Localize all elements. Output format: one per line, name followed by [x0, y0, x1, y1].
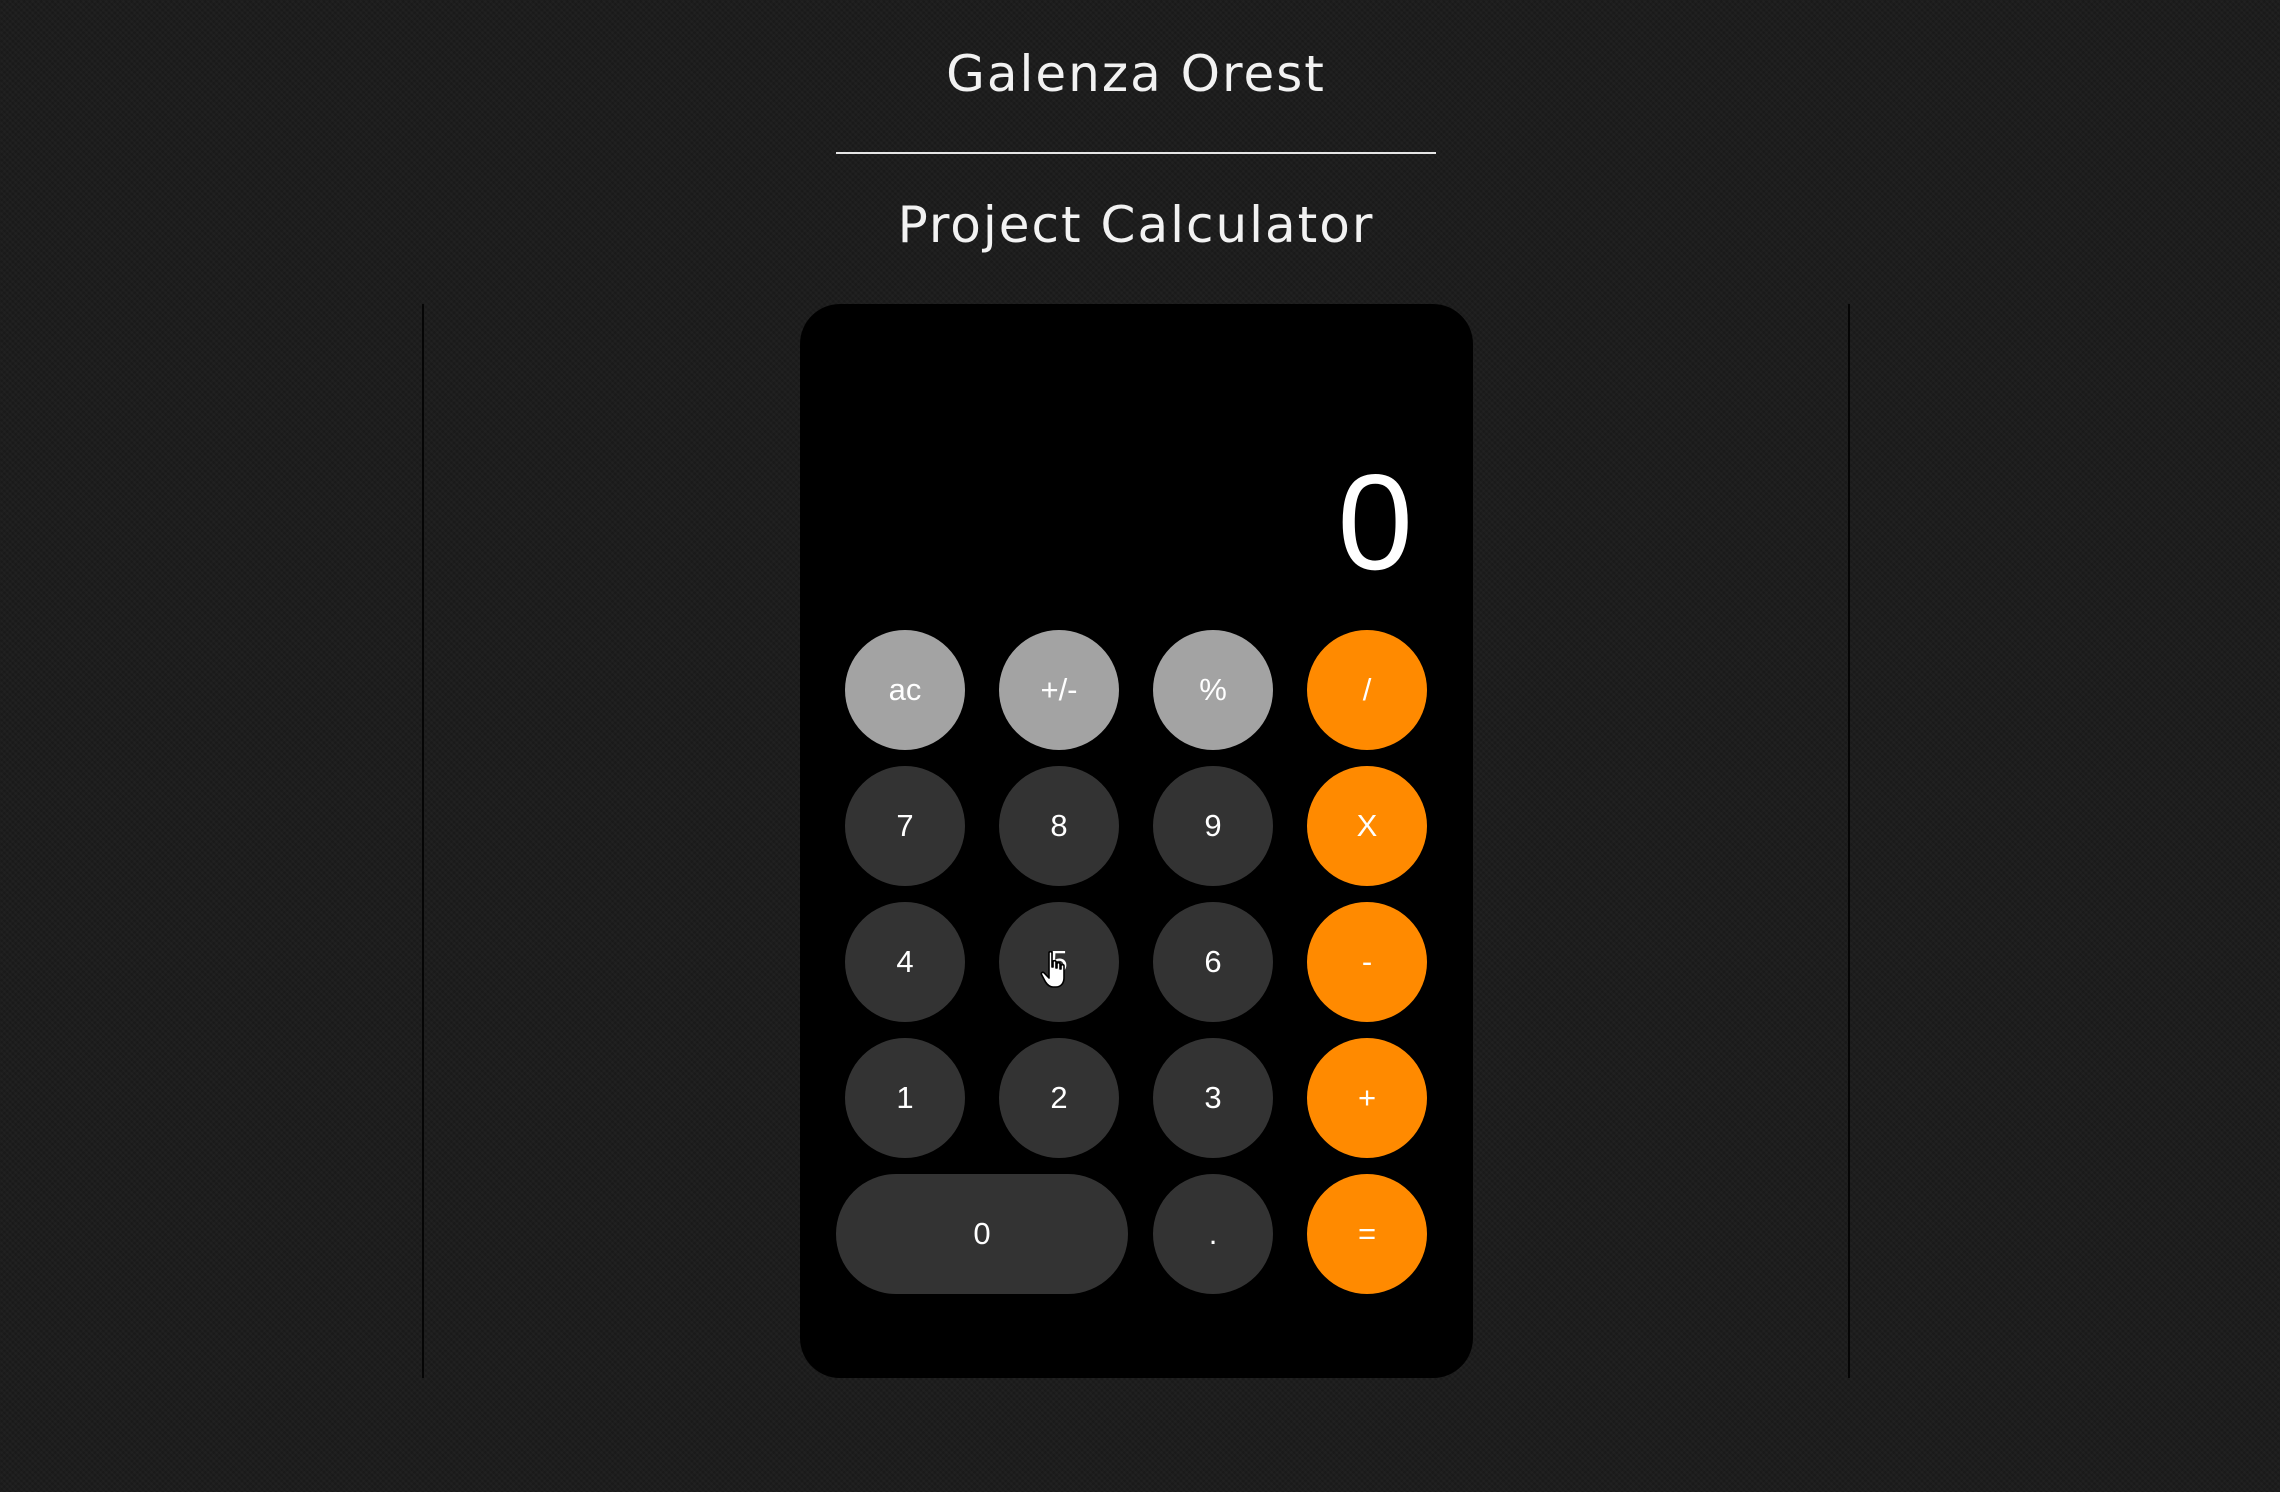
- calculator-display: 0: [1337, 446, 1413, 598]
- page-title: Project Calculator: [897, 196, 1375, 254]
- divide-button[interactable]: /: [1307, 630, 1427, 750]
- decimal-button[interactable]: .: [1153, 1174, 1273, 1294]
- digit-8-button[interactable]: 8: [999, 766, 1119, 886]
- subtract-button[interactable]: -: [1307, 902, 1427, 1022]
- digit-1-button[interactable]: 1: [845, 1038, 965, 1158]
- right-border-line: [1848, 304, 1850, 1378]
- plus-minus-button[interactable]: +/-: [999, 630, 1119, 750]
- digit-6-button[interactable]: 6: [1153, 902, 1273, 1022]
- digit-7-button[interactable]: 7: [845, 766, 965, 886]
- left-border-line: [422, 304, 424, 1378]
- calculator: 0 ac +/-%/7 8 9 X 4 5 6-1 2 3 +0. =: [800, 304, 1473, 1378]
- hand-pointer-icon: [1040, 950, 1065, 988]
- percent-button[interactable]: %: [1153, 630, 1273, 750]
- multiply-button[interactable]: X: [1307, 766, 1427, 886]
- ac-button[interactable]: ac: [845, 630, 965, 750]
- author-name: Galenza Orest: [946, 45, 1326, 103]
- digit-0-button[interactable]: 0: [836, 1174, 1128, 1294]
- add-button[interactable]: +: [1307, 1038, 1427, 1158]
- digit-9-button[interactable]: 9: [1153, 766, 1273, 886]
- digit-4-button[interactable]: 4: [845, 902, 965, 1022]
- digit-2-button[interactable]: 2: [999, 1038, 1119, 1158]
- digit-3-button[interactable]: 3: [1153, 1038, 1273, 1158]
- header-divider: [836, 152, 1436, 154]
- equals-button[interactable]: =: [1307, 1174, 1427, 1294]
